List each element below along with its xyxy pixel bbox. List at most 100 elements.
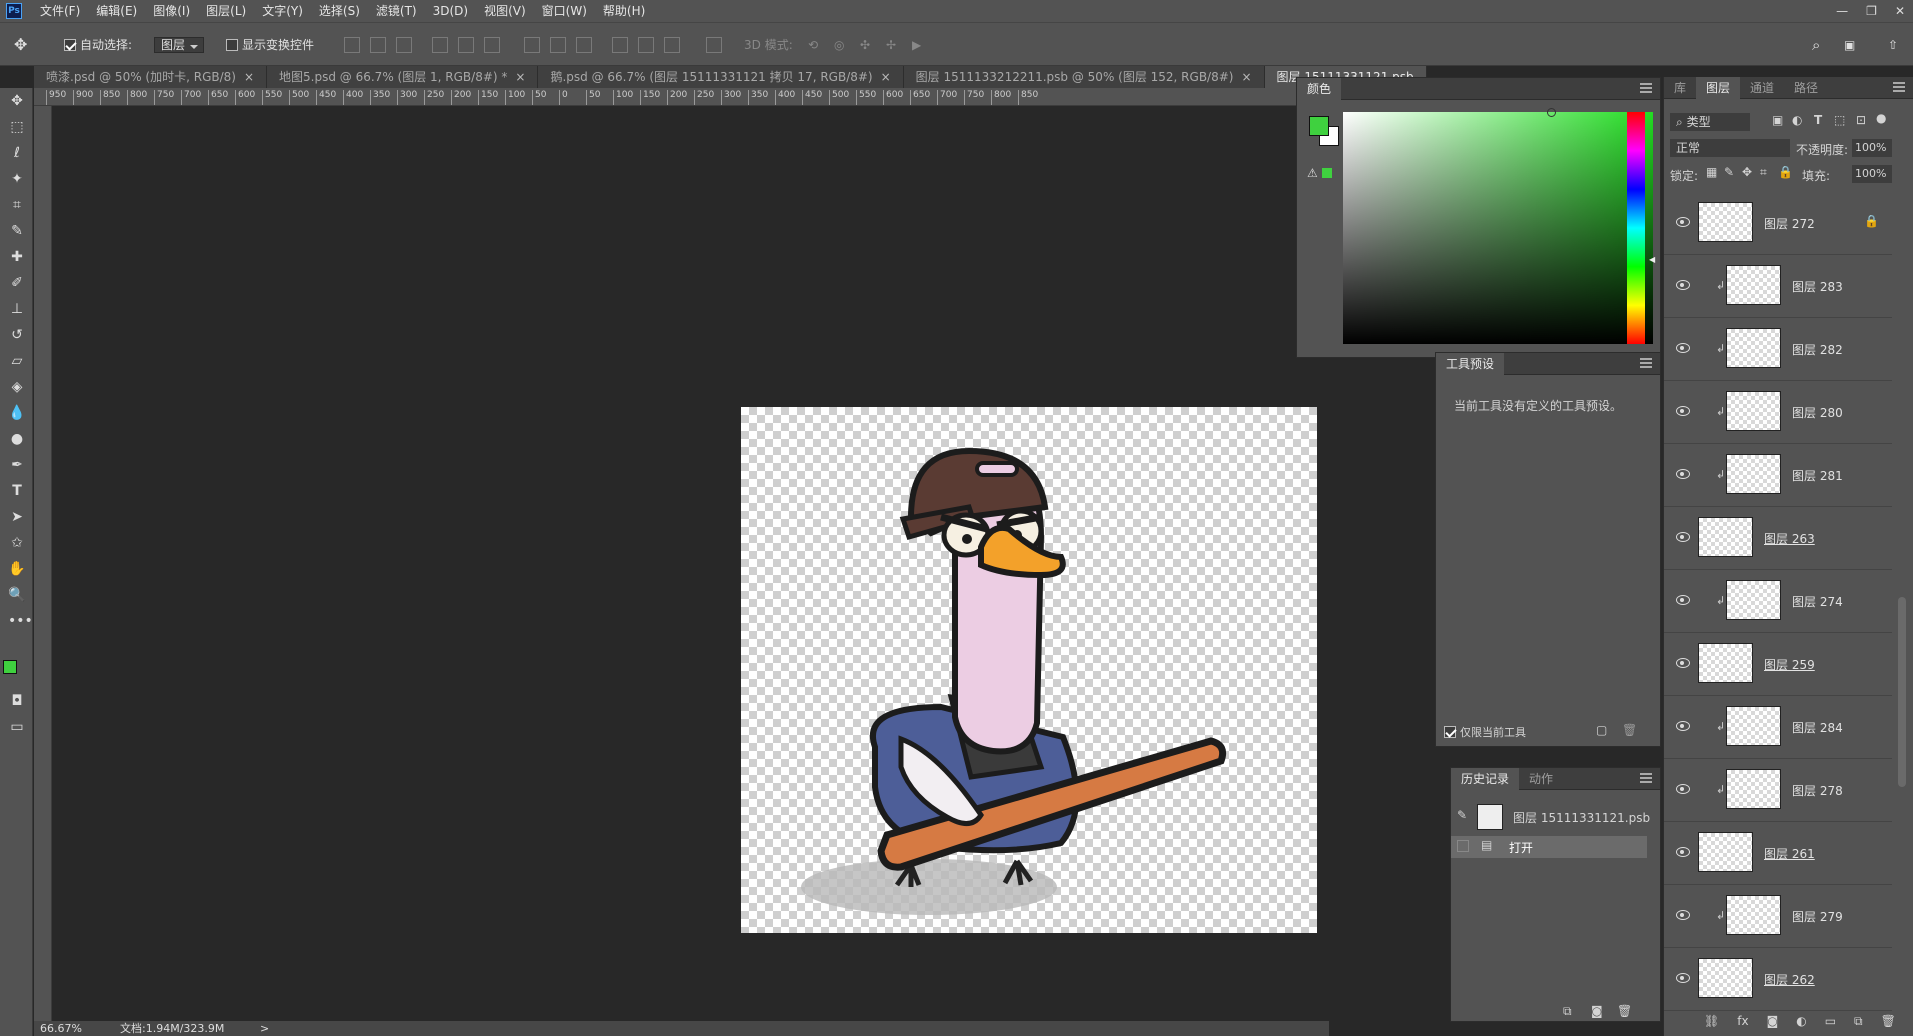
layer-row[interactable]: ↲ 图层 282 bbox=[1664, 318, 1892, 381]
align-top-icon[interactable] bbox=[344, 37, 360, 53]
align-hcenter-icon[interactable] bbox=[458, 37, 474, 53]
visibility-eye-icon[interactable] bbox=[1676, 532, 1690, 542]
layer-name[interactable]: 图层 263 bbox=[1764, 530, 1815, 547]
visibility-eye-icon[interactable] bbox=[1676, 469, 1690, 479]
align-right-icon[interactable] bbox=[484, 37, 500, 53]
filter-pixel-icon[interactable]: ▣ bbox=[1772, 113, 1783, 127]
layer-row[interactable]: ↲ 图层 283 bbox=[1664, 255, 1892, 318]
layer-row[interactable]: ↲ 图层 279 bbox=[1664, 885, 1892, 948]
distribute-vcenter-icon[interactable] bbox=[550, 37, 566, 53]
gamut-warning-icon[interactable]: ⚠ bbox=[1307, 166, 1318, 180]
canvas-area[interactable] bbox=[52, 106, 1329, 1021]
minimize-icon[interactable]: — bbox=[1836, 4, 1848, 18]
doc-tab[interactable]: 喷漆.psd @ 50% (加时卡, RGB/8) × bbox=[34, 66, 268, 88]
layer-row[interactable]: ↲ 图层 284 bbox=[1664, 696, 1892, 759]
tab-channels[interactable]: 通道 bbox=[1740, 77, 1784, 99]
tab-close-icon[interactable]: × bbox=[515, 70, 525, 84]
layer-name[interactable]: 图层 261 bbox=[1764, 845, 1815, 862]
tab-close-icon[interactable]: × bbox=[244, 70, 254, 84]
gamut-swatch[interactable] bbox=[1322, 168, 1332, 178]
history-snapshot[interactable]: ✎ 图层 15111331121.psb bbox=[1451, 802, 1662, 832]
show-transform-checkbox[interactable]: 显示变换控件 bbox=[226, 36, 314, 54]
hand-tool-icon[interactable]: ✋ bbox=[8, 560, 26, 578]
new-layer-icon[interactable]: ⧉ bbox=[1854, 1014, 1863, 1029]
color-fg-swatch[interactable] bbox=[1309, 116, 1329, 136]
panel-menu-icon[interactable] bbox=[1640, 773, 1652, 783]
hue-slider-arrow-icon[interactable]: ◀ bbox=[1649, 255, 1655, 264]
healing-brush-tool-icon[interactable]: ✚ bbox=[8, 248, 26, 266]
path-selection-tool-icon[interactable]: ➤ bbox=[8, 508, 26, 526]
panel-menu-icon[interactable] bbox=[1640, 358, 1652, 368]
layer-row[interactable]: 图层 261 bbox=[1664, 822, 1892, 885]
layer-name[interactable]: 图层 282 bbox=[1792, 341, 1843, 358]
layer-name[interactable]: 图层 281 bbox=[1792, 467, 1843, 484]
eyedropper-tool-icon[interactable]: ✎ bbox=[8, 222, 26, 240]
layer-name[interactable]: 图层 278 bbox=[1792, 782, 1843, 799]
filter-shape-icon[interactable]: ⬚ bbox=[1834, 113, 1845, 127]
delete-preset-icon[interactable]: 🗑 bbox=[1622, 723, 1637, 737]
fx-icon[interactable]: fx bbox=[1737, 1014, 1748, 1028]
panel-menu-icon[interactable] bbox=[1640, 83, 1652, 93]
tab-close-icon[interactable]: × bbox=[881, 70, 891, 84]
layer-name[interactable]: 图层 262 bbox=[1764, 971, 1815, 988]
new-snapshot-icon[interactable]: ◙ bbox=[1591, 1004, 1603, 1018]
layer-row[interactable]: 图层 259 bbox=[1664, 633, 1892, 696]
align-vcenter-icon[interactable] bbox=[370, 37, 386, 53]
lasso-tool-icon[interactable]: ℓ bbox=[8, 144, 26, 162]
magic-wand-tool-icon[interactable]: ✦ bbox=[8, 170, 26, 188]
color-field[interactable] bbox=[1343, 112, 1653, 344]
visibility-eye-icon[interactable] bbox=[1676, 406, 1690, 416]
tab-actions[interactable]: 动作 bbox=[1519, 768, 1563, 790]
eraser-tool-icon[interactable]: ▱ bbox=[8, 352, 26, 370]
pen-tool-icon[interactable]: ✒ bbox=[8, 456, 26, 474]
crop-tool-icon[interactable]: ⌗ bbox=[8, 196, 26, 214]
search-icon[interactable]: ⌕ bbox=[1812, 36, 1820, 54]
lock-position-icon[interactable]: ✥ bbox=[1742, 165, 1752, 179]
layer-row[interactable]: 图层 272 🔒 bbox=[1664, 192, 1892, 255]
layer-name[interactable]: 图层 272 bbox=[1764, 215, 1815, 232]
tab-history[interactable]: 历史记录 bbox=[1451, 767, 1520, 790]
brush-tool-icon[interactable]: ✐ bbox=[8, 274, 26, 292]
distribute-top-icon[interactable] bbox=[524, 37, 540, 53]
3d-drag-icon[interactable]: ✣ bbox=[860, 36, 870, 54]
3d-scale-icon[interactable]: ▶ bbox=[912, 36, 921, 54]
visibility-eye-icon[interactable] bbox=[1676, 595, 1690, 605]
align-bottom-icon[interactable] bbox=[396, 37, 412, 53]
menu-edit[interactable]: 编辑(E) bbox=[88, 0, 145, 22]
hue-slider[interactable] bbox=[1627, 112, 1645, 344]
menu-window[interactable]: 窗口(W) bbox=[534, 0, 595, 22]
auto-select-checkbox[interactable]: 自动选择: bbox=[64, 36, 132, 54]
distribute-left-icon[interactable] bbox=[612, 37, 628, 53]
foreground-color-swatch[interactable] bbox=[3, 660, 17, 674]
paint-bucket-tool-icon[interactable]: ◈ bbox=[8, 378, 26, 396]
dodge-tool-icon[interactable]: ● bbox=[8, 430, 26, 448]
lock-artboard-icon[interactable]: ⌗ bbox=[1760, 165, 1767, 180]
filter-smart-object-icon[interactable]: ⊡ bbox=[1856, 113, 1866, 127]
layer-name[interactable]: 图层 284 bbox=[1792, 719, 1843, 736]
fill-input[interactable]: 100% bbox=[1852, 165, 1892, 183]
tab-libraries[interactable]: 库 bbox=[1664, 77, 1696, 99]
layer-name[interactable]: 图层 259 bbox=[1764, 656, 1815, 673]
add-mask-icon[interactable]: ◙ bbox=[1767, 1014, 1779, 1028]
lock-transparency-icon[interactable]: ▦ bbox=[1706, 165, 1717, 179]
marquee-tool-icon[interactable]: ⬚ bbox=[8, 118, 26, 136]
delete-state-icon[interactable]: 🗑 bbox=[1617, 1004, 1632, 1018]
new-preset-icon[interactable]: ▢ bbox=[1596, 723, 1607, 737]
opacity-input[interactable]: 100% bbox=[1852, 139, 1892, 157]
distribute-hcenter-icon[interactable] bbox=[638, 37, 654, 53]
layer-row[interactable]: ↲ 图层 278 bbox=[1664, 759, 1892, 822]
restore-icon[interactable]: ❐ bbox=[1866, 4, 1877, 18]
menu-view[interactable]: 视图(V) bbox=[476, 0, 534, 22]
only-current-tool-checkbox[interactable]: 仅限当前工具 bbox=[1444, 724, 1526, 740]
shape-tool-icon[interactable]: ✩ bbox=[8, 534, 26, 552]
move-tool-icon[interactable]: ✥ bbox=[14, 36, 27, 54]
tab-tool-presets[interactable]: 工具预设 bbox=[1436, 352, 1505, 375]
lock-all-icon[interactable]: 🔒 bbox=[1778, 165, 1793, 179]
visibility-eye-icon[interactable] bbox=[1676, 343, 1690, 353]
history-brush-tool-icon[interactable]: ↺ bbox=[8, 326, 26, 344]
layer-lock-icon[interactable]: 🔒 bbox=[1864, 214, 1879, 228]
close-icon[interactable]: ✕ bbox=[1895, 4, 1905, 18]
visibility-eye-icon[interactable] bbox=[1676, 847, 1690, 857]
layers-scrollbar[interactable] bbox=[1898, 597, 1906, 787]
menu-layer[interactable]: 图层(L) bbox=[198, 0, 254, 22]
